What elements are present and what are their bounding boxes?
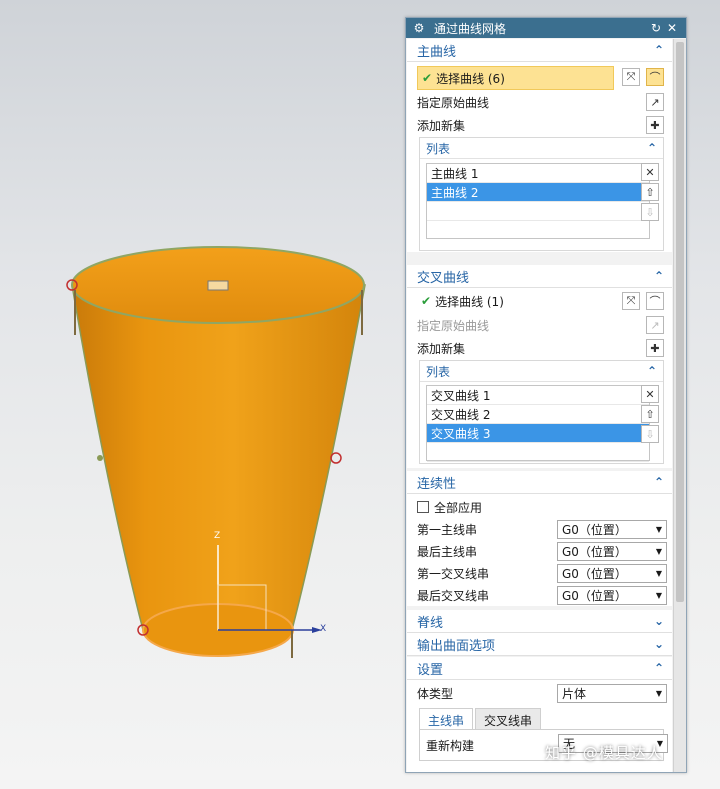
primary-list-header[interactable]: 列表 ⌃ bbox=[420, 138, 663, 159]
primary-specify-origin-label: 指定原始曲线 bbox=[417, 95, 490, 110]
reset-icon[interactable]: ↻ bbox=[648, 21, 664, 35]
settings-header[interactable]: 设置 ⌃ bbox=[407, 657, 672, 680]
list-item[interactable]: 主曲线 1 bbox=[427, 164, 649, 183]
primary-curves-title: 主曲线 bbox=[417, 44, 457, 60]
chevron-down-icon: ▼ bbox=[655, 547, 662, 556]
cross-list-title: 列表 bbox=[426, 364, 451, 379]
apply-all-checkbox[interactable] bbox=[417, 501, 429, 513]
chevron-down-icon: ▼ bbox=[655, 525, 662, 534]
list-item[interactable]: 交叉曲线 3 bbox=[427, 424, 649, 443]
spine-title: 脊线 bbox=[417, 615, 444, 631]
primary-select-curve-label: 选择曲线 (6) bbox=[436, 71, 505, 86]
primary-curves-section: 主曲线 ⌃ ✔ 选择曲线 (6) ⤧ ⌒ 指定原始曲线 ↗ 添加新集 ✚ 列表 … bbox=[407, 39, 672, 252]
dialog-content: 主曲线 ⌃ ✔ 选择曲线 (6) ⤧ ⌒ 指定原始曲线 ↗ 添加新集 ✚ 列表 … bbox=[406, 39, 686, 772]
chevron-down-icon[interactable]: ⌄ bbox=[654, 637, 664, 651]
chevron-up-icon[interactable]: ⌃ bbox=[647, 141, 657, 155]
primary-curve-list[interactable]: 主曲线 1 主曲线 2 bbox=[426, 163, 650, 239]
list-item[interactable]: 交叉曲线 1 bbox=[427, 386, 649, 405]
scrollbar-thumb[interactable] bbox=[676, 42, 684, 602]
output-options-header[interactable]: 输出曲面选项 ⌄ bbox=[407, 633, 672, 656]
last-primary-dropdown[interactable]: G0（位置） ▼ bbox=[557, 542, 667, 561]
dialog-title: 通过曲线网格 bbox=[434, 21, 507, 36]
chevron-up-icon[interactable]: ⌃ bbox=[654, 269, 664, 283]
first-cross-dropdown[interactable]: G0（位置） ▼ bbox=[557, 564, 667, 583]
settings-title: 设置 bbox=[417, 662, 444, 678]
cross-curves-header[interactable]: 交叉曲线 ⌃ bbox=[407, 265, 672, 288]
dialog-titlebar: ⚙ 通过曲线网格 ↻ ✕ bbox=[406, 18, 686, 38]
continuity-title: 连续性 bbox=[417, 476, 457, 492]
apply-all-label: 全部应用 bbox=[434, 500, 483, 515]
chevron-down-icon: ▼ bbox=[655, 689, 662, 698]
checkmark-icon: ✔ bbox=[422, 71, 433, 85]
cross-list-buttons: ✕ ⇧ ⇩ bbox=[641, 385, 659, 443]
continuity-section: 连续性 ⌃ 全部应用 第一主线串 G0（位置） ▼ 最后主线串 G0（位置） ▼ 第… bbox=[407, 471, 672, 606]
primary-list-box: 列表 ⌃ 主曲线 1 主曲线 2 ✕ ⇧ ⇩ bbox=[419, 137, 664, 251]
primary-curves-header[interactable]: 主曲线 ⌃ bbox=[407, 39, 672, 62]
curve-select-icon[interactable]: ⌒ bbox=[646, 292, 664, 310]
add-set-icon[interactable]: ✚ bbox=[646, 116, 664, 134]
curve-select-icon[interactable]: ⌒ bbox=[646, 68, 664, 86]
cross-select-curve-row[interactable]: ✔ 选择曲线 (1) bbox=[417, 290, 614, 312]
axis-z-label: Z bbox=[214, 531, 221, 541]
primary-add-set-label: 添加新集 bbox=[417, 118, 466, 133]
move-up-icon[interactable]: ⇧ bbox=[641, 405, 659, 423]
primary-list-title: 列表 bbox=[426, 141, 451, 156]
gear-icon[interactable]: ⚙ bbox=[412, 21, 426, 35]
cross-add-set-row: 添加新集 ✚ bbox=[417, 337, 664, 359]
chevron-down-icon: ▼ bbox=[655, 591, 662, 600]
cross-list-box: 列表 ⌃ 交叉曲线 1 交叉曲线 2 交叉曲线 3 ✕ ⇧ ⇩ bbox=[419, 360, 664, 464]
list-item[interactable]: 主曲线 2 bbox=[427, 183, 649, 202]
watermark: 知乎 @模具达人 bbox=[545, 744, 663, 762]
primary-list-buttons: ✕ ⇧ ⇩ bbox=[641, 163, 659, 221]
checkmark-icon: ✔ bbox=[421, 294, 432, 308]
chevron-up-icon[interactable]: ⌃ bbox=[647, 364, 657, 378]
chevron-down-icon[interactable]: ⌄ bbox=[654, 614, 664, 628]
add-set-icon[interactable]: ✚ bbox=[646, 339, 664, 357]
primary-add-set-row: 添加新集 ✚ bbox=[417, 114, 664, 136]
cup-model bbox=[66, 246, 366, 658]
cross-specify-origin-label: 指定原始曲线 bbox=[417, 318, 490, 333]
move-down-icon[interactable]: ⇩ bbox=[641, 425, 659, 443]
remove-icon[interactable]: ✕ bbox=[641, 163, 659, 181]
remove-icon[interactable]: ✕ bbox=[641, 385, 659, 403]
output-options-title: 输出曲面选项 bbox=[417, 638, 496, 654]
list-item bbox=[427, 443, 649, 462]
cross-curves-title: 交叉曲线 bbox=[417, 270, 470, 286]
cross-add-set-label: 添加新集 bbox=[417, 341, 466, 356]
move-down-icon[interactable]: ⇩ bbox=[641, 203, 659, 221]
body-type-dropdown[interactable]: 片体 ▼ bbox=[557, 684, 667, 703]
spine-section: 脊线 ⌄ bbox=[407, 610, 672, 633]
deselect-curve-icon[interactable]: ⤧ bbox=[622, 68, 640, 86]
output-options-section: 输出曲面选项 ⌄ bbox=[407, 633, 672, 656]
primary-specify-origin-row: 指定原始曲线 ↗ bbox=[417, 91, 664, 113]
move-up-icon[interactable]: ⇧ bbox=[641, 183, 659, 201]
chevron-up-icon[interactable]: ⌃ bbox=[654, 43, 664, 57]
list-item[interactable]: 交叉曲线 2 bbox=[427, 405, 649, 424]
primary-select-curve-row[interactable]: ✔ 选择曲线 (6) bbox=[417, 66, 614, 90]
last-cross-dropdown[interactable]: G0（位置） ▼ bbox=[557, 586, 667, 605]
graphics-viewport[interactable]: Z X bbox=[0, 0, 405, 789]
origin-curve-icon[interactable]: ↗ bbox=[646, 93, 664, 111]
origin-curve-icon[interactable]: ↗ bbox=[646, 316, 664, 334]
curve-mesh-dialog: ⚙ 通过曲线网格 ↻ ✕ 主曲线 ⌃ ✔ 选择曲线 (6) ⤧ ⌒ 指定原始曲线… bbox=[405, 17, 687, 773]
cross-curve-list[interactable]: 交叉曲线 1 交叉曲线 2 交叉曲线 3 bbox=[426, 385, 650, 462]
cross-select-curve-label: 选择曲线 (1) bbox=[435, 294, 504, 309]
dialog-scrollbar[interactable] bbox=[673, 39, 686, 772]
cross-list-header[interactable]: 列表 ⌃ bbox=[420, 361, 663, 382]
rebuild-label: 重新构建 bbox=[426, 739, 475, 753]
list-item bbox=[427, 202, 649, 221]
axis-x-label: X bbox=[320, 624, 327, 634]
deselect-curve-icon[interactable]: ⤧ bbox=[622, 292, 640, 310]
chevron-down-icon: ▼ bbox=[655, 569, 662, 578]
first-primary-dropdown[interactable]: G0（位置） ▼ bbox=[557, 520, 667, 539]
continuity-header[interactable]: 连续性 ⌃ bbox=[407, 471, 672, 494]
cross-specify-origin-row: 指定原始曲线 ↗ bbox=[417, 314, 664, 336]
apply-all-row[interactable]: 全部应用 bbox=[417, 496, 664, 518]
cross-curves-section: 交叉曲线 ⌃ ✔ 选择曲线 (1) ⤧ ⌒ 指定原始曲线 ↗ 添加新集 ✚ 列表… bbox=[407, 265, 672, 468]
close-icon[interactable]: ✕ bbox=[664, 21, 680, 35]
chevron-up-icon[interactable]: ⌃ bbox=[654, 475, 664, 489]
spine-header[interactable]: 脊线 ⌄ bbox=[407, 610, 672, 633]
chevron-up-icon[interactable]: ⌃ bbox=[654, 661, 664, 675]
